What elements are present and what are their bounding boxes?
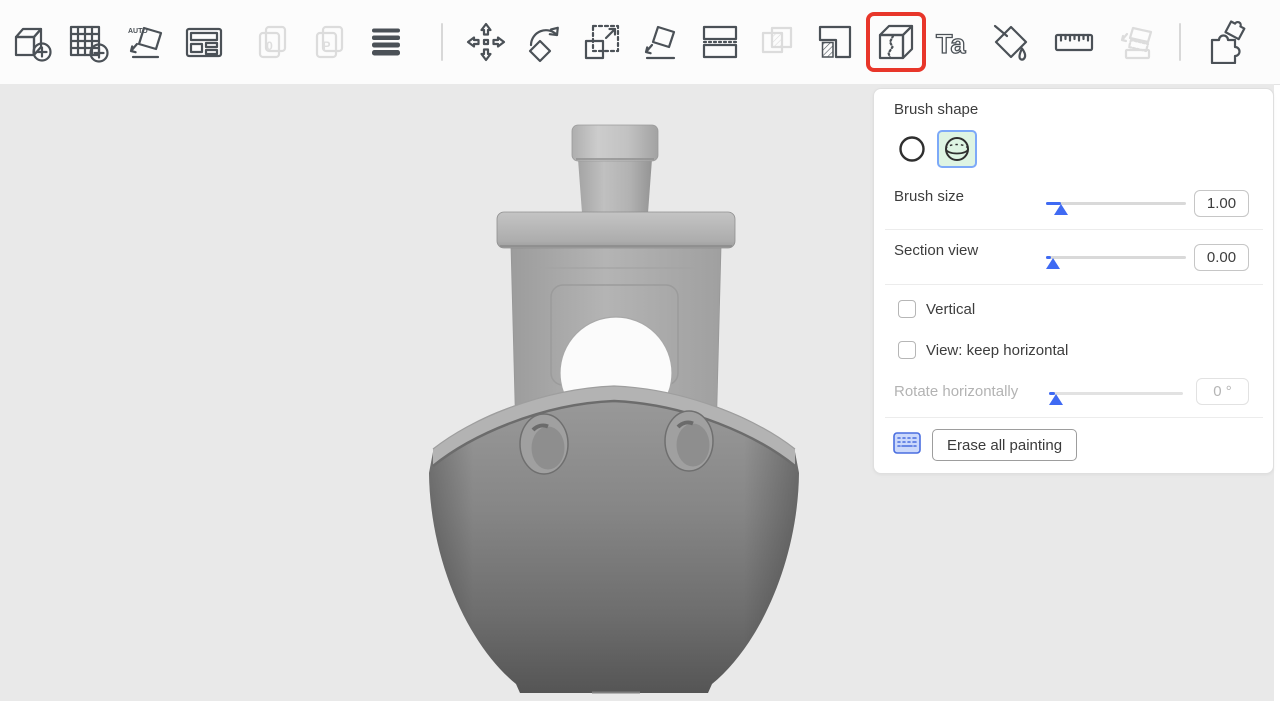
move-icon [464, 20, 508, 64]
p-glyph: P [322, 39, 330, 53]
brush-size-slider[interactable] [1046, 194, 1186, 216]
sphere-brush-icon [942, 134, 972, 164]
split-to-objects-icon: 0 [251, 20, 295, 64]
section-divider [885, 417, 1263, 418]
text-tool-button[interactable]: Ta [930, 20, 974, 64]
rotate-horizontally-slider[interactable] [1049, 384, 1183, 406]
text-tool-icon: Ta [930, 20, 974, 64]
brush-shape-label: Brush shape [894, 100, 978, 120]
model-benchy[interactable] [410, 115, 820, 701]
slider-track[interactable] [1049, 392, 1183, 395]
slider-track[interactable] [1046, 256, 1186, 259]
app-window: AUTO 0 [0, 0, 1280, 720]
circle-brush-icon [897, 134, 927, 164]
erase-all-painting-button[interactable]: Erase all painting [932, 429, 1077, 461]
measure-icon [1052, 20, 1096, 64]
benchy-cabin-roof [497, 212, 735, 248]
benchy-funnel [578, 159, 652, 213]
layers-icon [364, 20, 408, 64]
seam-painting-icon [874, 20, 918, 64]
auto-orient-button[interactable]: AUTO [124, 20, 168, 64]
lay-on-face-button[interactable] [637, 20, 681, 64]
benchy-hawse-hole-left [520, 414, 568, 474]
rotate-icon [523, 20, 567, 64]
vertical-checkbox[interactable] [898, 300, 916, 318]
color-painting-button[interactable] [988, 20, 1032, 64]
puzzle-icon [1203, 20, 1247, 64]
section-view-value[interactable] [1194, 244, 1249, 271]
fill-color-button[interactable] [813, 20, 857, 64]
move-button[interactable] [464, 20, 508, 64]
merge-button[interactable] [755, 20, 799, 64]
vertical-label: Vertical [926, 300, 975, 320]
brush-size-label: Brush size [894, 187, 964, 207]
variable-layer-height-button[interactable] [364, 20, 408, 64]
assembly-view-button[interactable] [1203, 20, 1247, 64]
brush-shape-sphere-option[interactable] [937, 130, 977, 168]
toolbar-separator [1179, 23, 1181, 61]
split-to-objects-button[interactable]: 0 [251, 20, 295, 64]
top-toolbar: AUTO 0 [0, 0, 1280, 85]
split-to-parts-button[interactable]: P [308, 20, 352, 64]
seam-painting-button[interactable] [874, 20, 918, 64]
color-painting-icon [988, 20, 1032, 64]
auto-orient-icon: AUTO [124, 20, 168, 64]
scale-button[interactable] [580, 20, 624, 64]
keyboard-shortcut-icon[interactable] [893, 432, 921, 454]
arrange-icon [182, 20, 226, 64]
section-view-slider[interactable] [1046, 248, 1186, 270]
add-plate-button[interactable] [66, 20, 110, 64]
measure-button[interactable] [1052, 20, 1096, 64]
merge-icon [755, 20, 799, 64]
slider-thumb[interactable] [1049, 394, 1063, 405]
brush-shape-circle-option[interactable] [895, 132, 929, 166]
lay-on-face-icon [637, 20, 681, 64]
benchy-hawse-hole-right [665, 411, 713, 471]
slider-thumb[interactable] [1046, 258, 1060, 269]
add-plate-icon [66, 20, 110, 64]
section-view-label: Section view [894, 241, 978, 261]
assembly-button[interactable] [1115, 20, 1159, 64]
arrange-button[interactable] [182, 20, 226, 64]
toolbar-separator [441, 23, 443, 61]
benchy-funnel-cap [572, 125, 658, 161]
seam-painting-panel: Brush shape Brush size Section view [873, 88, 1274, 474]
brush-size-value[interactable] [1194, 190, 1249, 217]
split-to-parts-icon: P [308, 20, 352, 64]
zero-glyph: 0 [266, 39, 273, 53]
view-keep-horizontal-checkbox[interactable] [898, 341, 916, 359]
view-keep-horizontal-label: View: keep horizontal [926, 341, 1068, 361]
rotate-horizontally-label: Rotate horizontally [894, 382, 1018, 402]
add-object-icon [10, 20, 54, 64]
ta-glyph: Ta [936, 29, 966, 59]
add-object-button[interactable] [10, 20, 54, 64]
scale-icon [580, 20, 624, 64]
rotate-button[interactable] [523, 20, 567, 64]
slider-thumb[interactable] [1054, 204, 1068, 215]
section-divider [885, 284, 1263, 285]
cut-button[interactable] [698, 20, 742, 64]
rotate-horizontally-value[interactable] [1196, 378, 1249, 405]
assembly-icon [1115, 20, 1159, 64]
fill-color-icon [813, 20, 857, 64]
section-divider [885, 229, 1263, 230]
cut-icon [698, 20, 742, 64]
